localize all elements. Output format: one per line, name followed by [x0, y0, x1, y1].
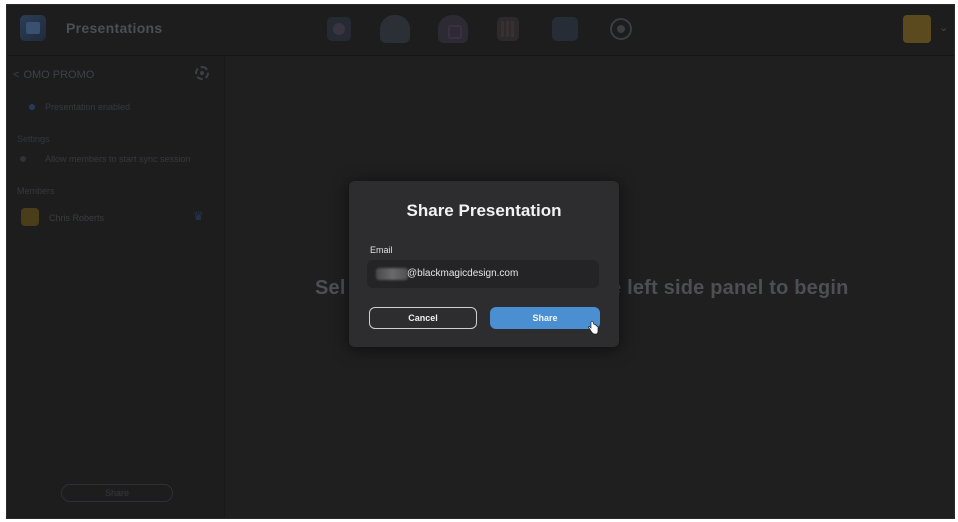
members-heading: Members — [17, 186, 55, 196]
chevron-left-icon: < — [13, 69, 20, 81]
app-window: Presentations ⌄ < OMO PROMO Presentation … — [6, 4, 955, 519]
allow-sync-label: Allow members to start sync session — [45, 154, 191, 164]
settings-heading: Settings — [17, 134, 50, 144]
presentation-status: Presentation enabled — [45, 102, 131, 112]
member-avatar — [21, 208, 39, 226]
redacted-email-prefix — [376, 268, 408, 280]
top-bar: Presentations ⌄ — [7, 5, 954, 56]
share-presentation-dialog: Share Presentation Email @blackmagicdesi… — [349, 181, 619, 347]
resolve-app-icon[interactable] — [327, 17, 351, 41]
settings-circle-icon[interactable] — [610, 18, 632, 40]
share-button[interactable]: Share — [490, 307, 600, 329]
dialog-title: Share Presentation — [406, 201, 562, 220]
status-dot-icon — [29, 104, 35, 110]
empty-state-message-left: Sel — [315, 277, 346, 299]
email-field[interactable]: @blackmagicdesign.com — [367, 260, 599, 288]
user-avatar[interactable] — [903, 15, 931, 43]
cancel-button[interactable]: Cancel — [369, 307, 477, 329]
back-button[interactable]: < OMO PROMO — [13, 69, 94, 81]
chevron-down-icon[interactable]: ⌄ — [939, 21, 948, 34]
gear-icon[interactable] — [195, 66, 209, 80]
app-title: Presentations — [66, 20, 163, 36]
member-name: Chris Roberts — [49, 213, 105, 223]
empty-state-message-right: e left side panel to begin — [610, 277, 849, 299]
owner-crown-icon: ♛ — [193, 209, 204, 223]
email-label: Email — [370, 245, 393, 255]
presentation-icon[interactable] — [552, 17, 578, 41]
allow-sync-radio[interactable] — [20, 156, 26, 162]
hand-cursor-icon — [588, 321, 599, 335]
project-name: OMO PROMO — [23, 69, 95, 81]
sidebar: < OMO PROMO Presentation enabled Settings… — [7, 56, 225, 518]
sidebar-share-button[interactable]: Share — [61, 484, 173, 502]
cloud-sync-icon[interactable] — [380, 15, 410, 43]
color-grid-icon[interactable] — [497, 17, 519, 41]
cloud-media-icon[interactable] — [438, 15, 468, 43]
email-value: @blackmagicdesign.com — [407, 268, 519, 279]
presentations-logo-icon — [20, 15, 46, 41]
